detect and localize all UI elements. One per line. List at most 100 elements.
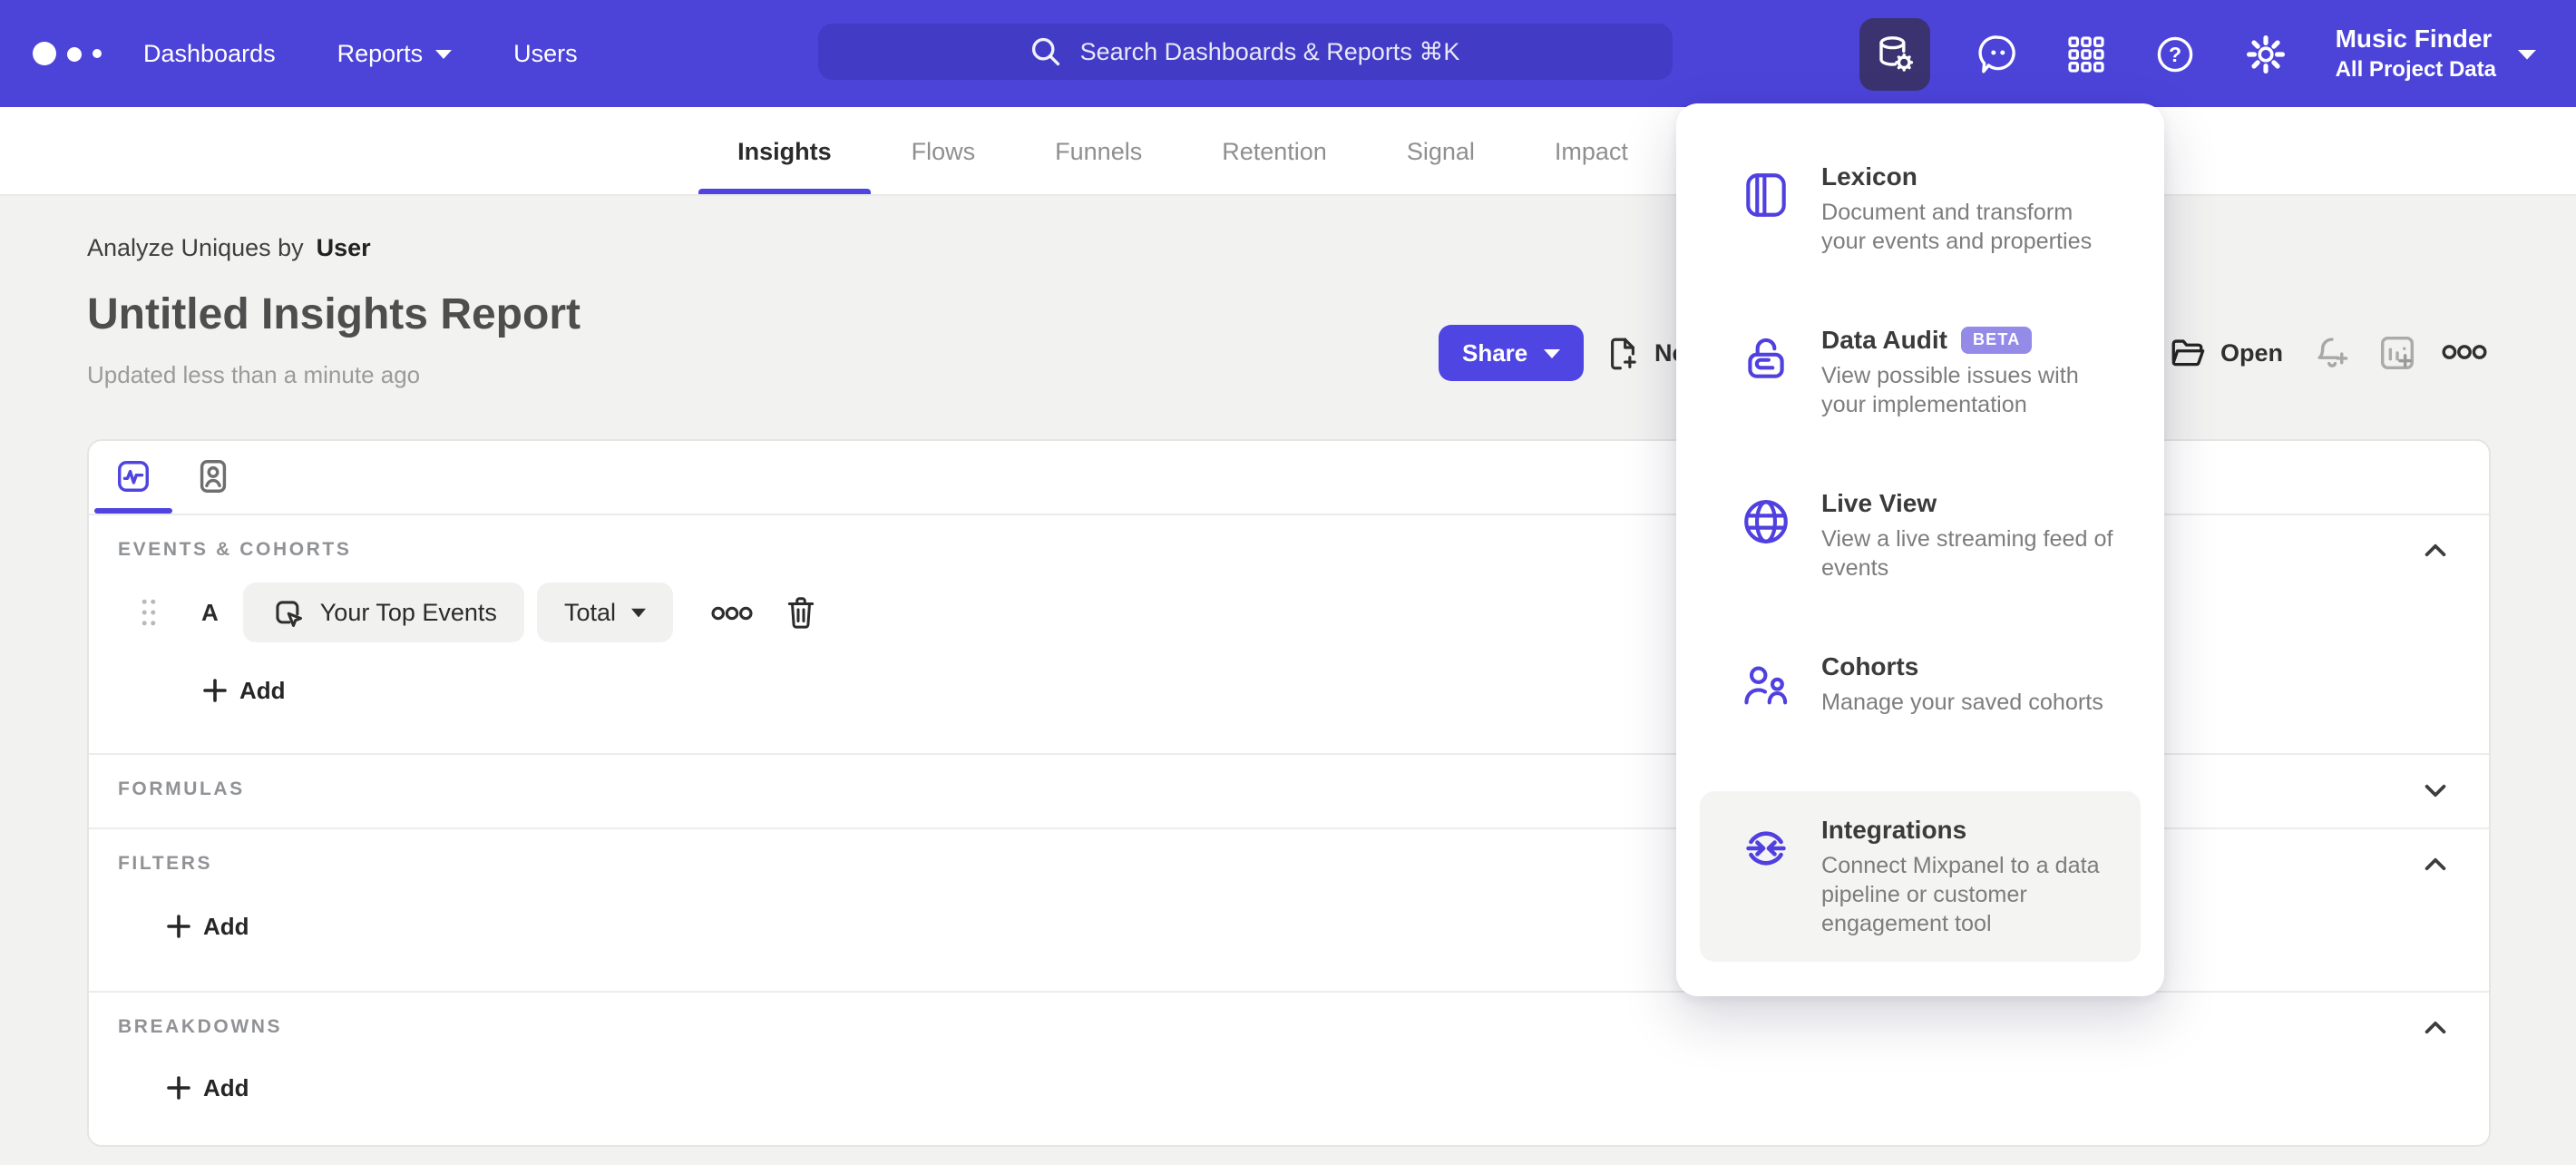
add-filter-button[interactable]: Add bbox=[167, 913, 249, 940]
event-click-icon bbox=[277, 601, 303, 628]
nav-users[interactable]: Users bbox=[513, 40, 578, 67]
row-more-options-icon[interactable] bbox=[710, 603, 752, 622]
events-section-label: EVENTS & COHORTS bbox=[118, 539, 352, 561]
tab-insights[interactable]: Insights bbox=[698, 107, 872, 194]
more-options-button[interactable] bbox=[2442, 343, 2487, 361]
menu-item-data-audit[interactable]: Data Audit BETA View possible issues wit… bbox=[1700, 301, 2141, 465]
nav-dashboards[interactable]: Dashboards bbox=[143, 40, 276, 67]
query-row-letter: A bbox=[201, 599, 219, 626]
settings-gear-icon bbox=[2247, 34, 2286, 73]
data-tools-dropdown: Lexicon Document and transform your even… bbox=[1676, 103, 2164, 997]
data-tools-icon bbox=[1878, 35, 1913, 71]
menu-item-description: Document and transform your events and p… bbox=[1821, 200, 2093, 255]
primary-nav: Dashboards Reports Users bbox=[143, 0, 578, 107]
top-navigation-bar: Dashboards Reports Users Search Dashboar… bbox=[0, 0, 2576, 107]
integrations-sync-icon bbox=[1740, 815, 1792, 939]
help-button[interactable]: ? bbox=[2154, 32, 2198, 75]
alert-bell-add-icon bbox=[2317, 338, 2348, 367]
chevron-up-icon bbox=[2425, 857, 2446, 871]
event-name: Your Top Events bbox=[319, 599, 497, 626]
share-button[interactable]: Share bbox=[1439, 325, 1585, 381]
search-input[interactable]: Search Dashboards & Reports ⌘K bbox=[818, 24, 1673, 80]
event-selector-button[interactable]: Your Top Events bbox=[243, 582, 524, 642]
drag-handle-icon[interactable] bbox=[140, 597, 158, 628]
report-actions: Share New Open bbox=[0, 325, 2576, 381]
metric-name: Total bbox=[563, 599, 616, 626]
add-to-board-button[interactable] bbox=[2376, 332, 2418, 374]
lexicon-book-icon bbox=[1740, 162, 1792, 278]
chevron-up-icon bbox=[2425, 543, 2446, 557]
beta-badge: BETA bbox=[1961, 326, 2032, 353]
filters-section-label: FILTERS bbox=[118, 853, 213, 875]
more-options-icon bbox=[2442, 345, 2487, 359]
chevron-down-icon bbox=[2425, 784, 2446, 798]
cohorts-people-icon bbox=[1740, 651, 1792, 768]
analyze-prefix: Analyze Uniques by bbox=[87, 234, 304, 261]
apps-grid-icon bbox=[2068, 35, 2105, 72]
project-selector[interactable]: Music Finder All Project Data bbox=[2336, 24, 2536, 83]
plus-icon bbox=[167, 915, 190, 938]
menu-item-live-view[interactable]: Live View View a live streaming feed of … bbox=[1700, 465, 2141, 628]
search-placeholder: Search Dashboards & Reports ⌘K bbox=[1079, 37, 1460, 64]
project-name: Music Finder bbox=[2335, 24, 2493, 54]
data-audit-lock-icon bbox=[1740, 325, 1792, 441]
help-icon: ? bbox=[2158, 35, 2193, 72]
create-alert-button[interactable] bbox=[2311, 332, 2353, 374]
query-row-a: A Your Top Events Total bbox=[140, 582, 817, 642]
tab-retention[interactable]: Retention bbox=[1182, 107, 1367, 194]
apps-grid-button[interactable] bbox=[2067, 34, 2107, 73]
insights-pulse-icon bbox=[118, 461, 149, 492]
project-scope: All Project Data bbox=[2335, 55, 2496, 82]
plus-icon bbox=[167, 1076, 190, 1100]
add-to-board-icon bbox=[2380, 336, 2415, 370]
tab-signal[interactable]: Signal bbox=[1367, 107, 1515, 194]
feedback-button[interactable] bbox=[1978, 32, 2020, 75]
filters-collapse-button[interactable] bbox=[2420, 849, 2451, 880]
svg-text:?: ? bbox=[2170, 42, 2182, 65]
data-tools-button[interactable] bbox=[1859, 17, 1931, 90]
analyze-value: User bbox=[316, 234, 371, 261]
settings-button[interactable] bbox=[2245, 32, 2288, 75]
mixpanel-logo[interactable] bbox=[33, 0, 102, 107]
active-view-underline bbox=[94, 508, 172, 514]
chevron-up-icon bbox=[2425, 1021, 2446, 1034]
open-folder-icon bbox=[2171, 339, 2205, 367]
plus-icon bbox=[203, 679, 227, 702]
analyze-selector[interactable]: Analyze Uniques by User bbox=[87, 234, 371, 261]
live-view-globe-icon bbox=[1740, 488, 1792, 604]
menu-item-title: Data Audit bbox=[1821, 325, 1947, 354]
add-breakdown-button[interactable]: Add bbox=[167, 1074, 249, 1101]
menu-item-title: Cohorts bbox=[1821, 651, 1919, 680]
breakdowns-section-label: BREAKDOWNS bbox=[118, 1016, 283, 1038]
chevron-down-icon bbox=[435, 49, 453, 58]
formulas-expand-button[interactable] bbox=[2420, 775, 2451, 806]
open-report-button[interactable]: Open bbox=[2168, 325, 2283, 381]
user-profile-icon bbox=[200, 460, 227, 493]
menu-item-title: Live View bbox=[1821, 488, 1937, 517]
topbar-actions: ? Music Finder All Project Data bbox=[1859, 0, 2536, 107]
breakdowns-collapse-button[interactable] bbox=[2420, 1013, 2451, 1043]
nav-reports[interactable]: Reports bbox=[337, 40, 453, 67]
chevron-down-icon bbox=[1544, 348, 1561, 357]
metric-selector-button[interactable]: Total bbox=[536, 582, 672, 642]
chevron-down-icon bbox=[2518, 49, 2536, 59]
delete-row-icon[interactable] bbox=[783, 593, 817, 631]
report-main: Analyze Uniques by User Untitled Insights… bbox=[0, 194, 2576, 1165]
menu-item-description: Connect Mixpanel to a data pipeline or c… bbox=[1821, 853, 2100, 937]
add-event-button[interactable]: Add bbox=[203, 677, 286, 704]
menu-item-cohorts[interactable]: Cohorts Manage your saved cohorts bbox=[1700, 628, 2141, 791]
menu-item-description: View possible issues with your implement… bbox=[1821, 363, 2079, 418]
profiles-view-tab[interactable] bbox=[194, 457, 232, 495]
chevron-down-icon bbox=[630, 608, 645, 617]
menu-item-integrations[interactable]: Integrations Connect Mixpanel to a data … bbox=[1700, 791, 2141, 963]
menu-item-description: Manage your saved cohorts bbox=[1821, 690, 2103, 715]
tab-impact[interactable]: Impact bbox=[1515, 107, 1668, 194]
mixpanel-app: Dashboards Reports Users Search Dashboar… bbox=[0, 0, 2576, 1165]
menu-item-lexicon[interactable]: Lexicon Document and transform your even… bbox=[1700, 138, 2141, 301]
menu-item-description: View a live streaming feed of events bbox=[1821, 526, 2113, 582]
events-collapse-button[interactable] bbox=[2420, 535, 2451, 566]
events-view-tab[interactable] bbox=[114, 457, 152, 495]
menu-item-title: Integrations bbox=[1821, 815, 1967, 844]
tab-flows[interactable]: Flows bbox=[872, 107, 1016, 194]
tab-funnels[interactable]: Funnels bbox=[1015, 107, 1182, 194]
